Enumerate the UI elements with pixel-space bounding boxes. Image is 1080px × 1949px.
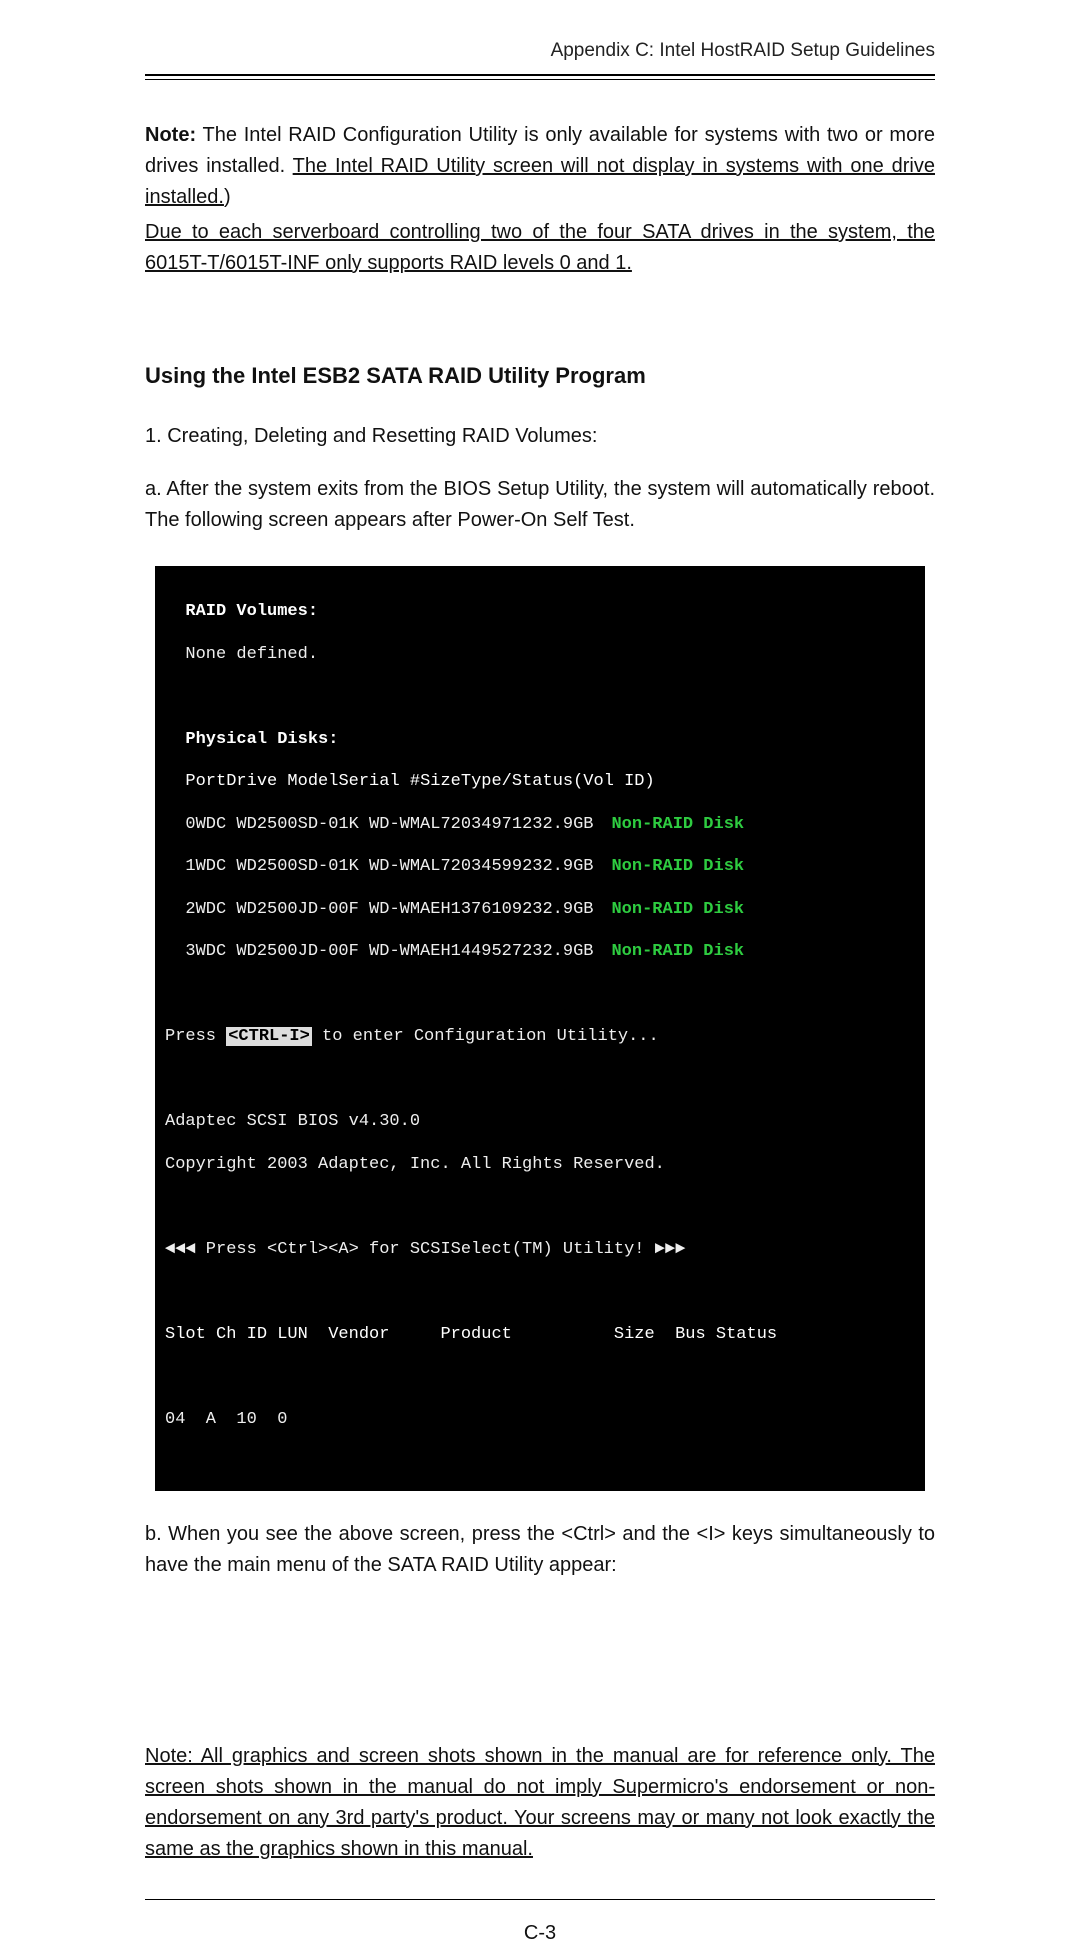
ctrl-i-tag: <CTRL-I> (226, 1027, 312, 1046)
terminal-screenshot: RAID Volumes: None defined. Physical Dis… (155, 566, 925, 1491)
due-paragraph: Due to each serverboard controlling two … (145, 217, 935, 279)
step-1: 1. Creating, Deleting and Resetting RAID… (145, 421, 935, 452)
scsiselect-prompt: ◄◄◄ Press <Ctrl><A> for SCSISelect(TM) U… (165, 1239, 915, 1260)
note-close: ) (224, 186, 231, 208)
note-label: Note: (145, 124, 196, 146)
adaptec-copyright: Copyright 2003 Adaptec, Inc. All Rights … (165, 1154, 915, 1175)
disk-row: 3WDC WD2500JD-00F WD-WMAEH1449527232.9GB… (165, 941, 915, 962)
footnote: Note: All graphics and screen shots show… (145, 1741, 935, 1865)
page: Appendix C: Intel HostRAID Setup Guideli… (0, 0, 1080, 1397)
step-1b: b. When you see the above screen, press … (145, 1519, 935, 1581)
section-title: Using the Intel ESB2 SATA RAID Utility P… (145, 359, 935, 393)
step-1a: a. After the system exits from the BIOS … (145, 474, 935, 536)
disk-row: 1WDC WD2500SD-01K WD-WMAL72034599232.9GB… (165, 856, 915, 877)
disk-row: 0WDC WD2500SD-01K WD-WMAL72034971232.9GB… (165, 814, 915, 835)
note-paragraph: Note: The Intel RAID Configuration Utili… (145, 120, 935, 213)
running-head: Appendix C: Intel HostRAID Setup Guideli… (145, 40, 935, 70)
raid-volumes-label: RAID Volumes: (165, 601, 915, 622)
press-ctrl-i: Press <CTRL-I> to enter Configuration Ut… (165, 1026, 915, 1047)
header-rule-thick (145, 74, 935, 76)
slot-row: 04 A 10 0 (165, 1409, 915, 1430)
none-defined: None defined. (165, 644, 915, 665)
disk-row: 2WDC WD2500JD-00F WD-WMAEH1376109232.9GB… (165, 899, 915, 920)
disk-header-row: PortDrive ModelSerial #SizeType/Status(V… (165, 771, 915, 792)
phys-disks-label: Physical Disks: (165, 729, 915, 750)
header-rule-thin (145, 79, 935, 80)
page-number: C-3 (145, 1918, 935, 1949)
slot-header: Slot Ch ID LUN Vendor Product Size Bus S… (165, 1324, 915, 1345)
adaptec-bios: Adaptec SCSI BIOS v4.30.0 (165, 1111, 915, 1132)
footer-rule (145, 1899, 935, 1900)
content: Note: The Intel RAID Configuration Utili… (145, 120, 935, 1949)
